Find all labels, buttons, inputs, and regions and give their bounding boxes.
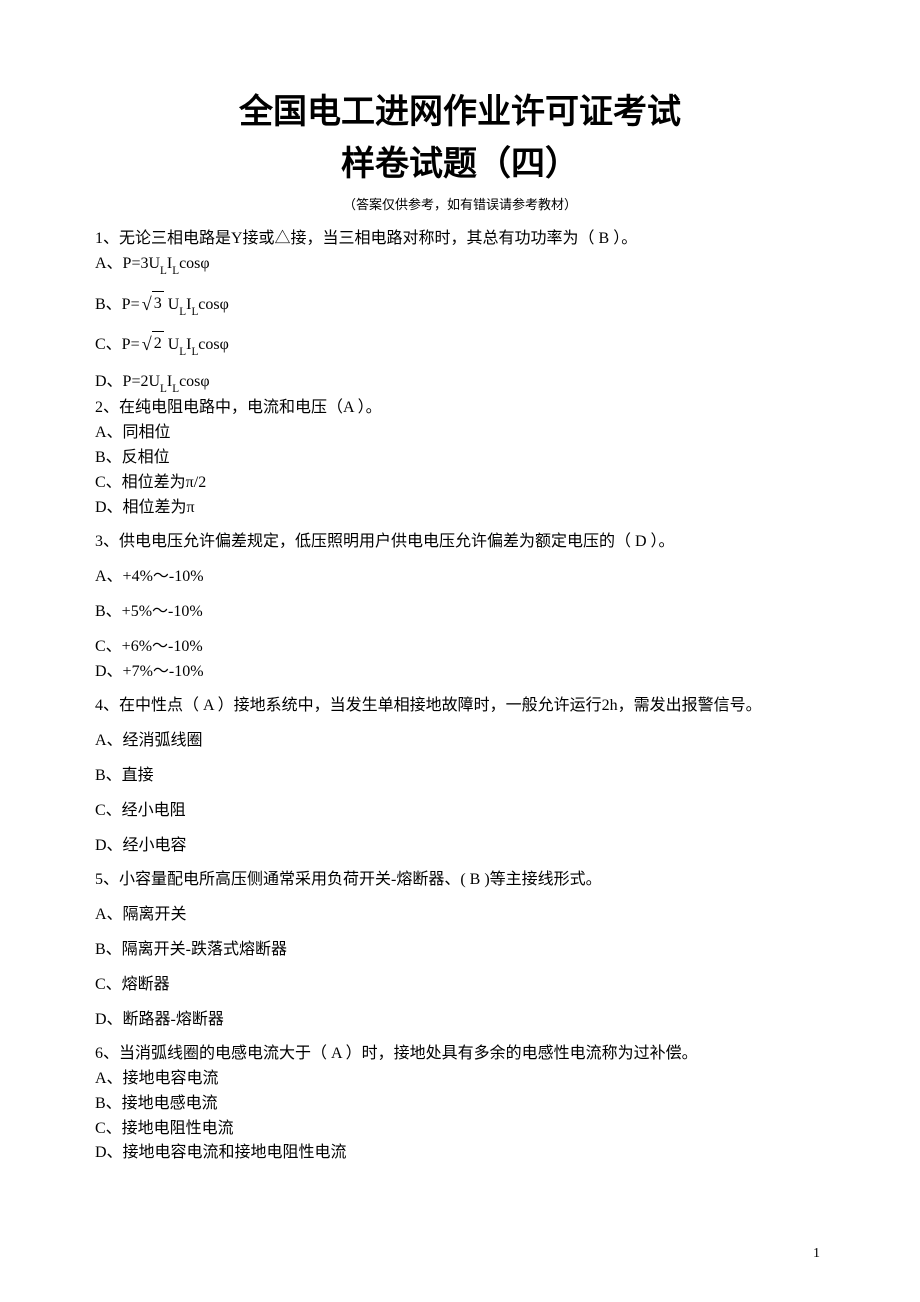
sub-l: L: [160, 265, 167, 277]
q6-option-b: B、接地电感电流: [95, 1092, 825, 1117]
sqrt-icon: 3: [140, 289, 164, 318]
q5-stem: 5、小容量配电所高压侧通常采用负荷开关-熔断器、( B )等主接线形式。: [95, 868, 825, 893]
doc-title-line2: 样卷试题（四）: [95, 142, 825, 186]
q5-option-b: B、隔离开关-跌落式熔断器: [95, 938, 825, 963]
sub-l: L: [191, 306, 198, 318]
q1-b-pre: B、P=: [95, 296, 140, 313]
q4-option-a: A、经消弧线圈: [95, 729, 825, 754]
q5-option-d: D、断路器-熔断器: [95, 1008, 825, 1033]
sub-l: L: [179, 346, 186, 358]
q4-option-d: D、经小电容: [95, 834, 825, 859]
q2-option-b: B、反相位: [95, 446, 825, 471]
sub-l: L: [172, 383, 179, 395]
q2-stem: 2、在纯电阻电路中，电流和电压（A ）。: [95, 396, 825, 421]
q3-option-a: A、+4%～-10%: [95, 565, 825, 590]
q1-tail: cosφ: [198, 296, 229, 313]
sqrt-val: 3: [152, 291, 164, 317]
q3-option-b: B、+5%～-10%: [95, 600, 825, 625]
sub-l: L: [172, 265, 179, 277]
q5-option-a: A、隔离开关: [95, 903, 825, 928]
sqrt-icon: 2: [140, 329, 164, 358]
q1-option-c: C、P=2 ULILcosφ: [95, 329, 825, 360]
q2-option-c: C、相位差为π/2: [95, 471, 825, 496]
doc-note: （答案仅供参考，如有错误请参考教材）: [95, 194, 825, 213]
q1-stem: 1、无论三相电路是Y接或△接，当三相电路对称时，其总有功功率为（ B ）。: [95, 227, 825, 252]
q4-stem: 4、在中性点（ A ）接地系统中，当发生单相接地故障时，一般允许运行2h，需发出…: [95, 694, 825, 719]
q6-option-a: A、接地电容电流: [95, 1067, 825, 1092]
q1-option-b: B、P=3 ULILcosφ: [95, 289, 825, 320]
doc-title-line1: 全国电工进网作业许可证考试: [95, 90, 825, 134]
q1-tail: cosφ: [179, 255, 210, 272]
sub-l: L: [191, 346, 198, 358]
q1-option-d: D、P=2ULILcosφ: [95, 370, 825, 397]
q1-tail: cosφ: [198, 336, 229, 353]
q3-option-d: D、+7%～-10%: [95, 660, 825, 685]
q6-option-c: C、接地电阻性电流: [95, 1117, 825, 1142]
q1-option-a: A、P=3ULILcosφ: [95, 252, 825, 279]
q6-stem: 6、当消弧线圈的电感电流大于（ A ）时，接地处具有多余的电感性电流称为过补偿。: [95, 1042, 825, 1067]
q1-tail: cosφ: [179, 373, 210, 390]
q5-option-c: C、熔断器: [95, 973, 825, 998]
q1-a-pre: A、P=3U: [95, 255, 160, 272]
q1-c-post: U: [164, 336, 180, 353]
sub-l: L: [160, 383, 167, 395]
sub-l: L: [179, 306, 186, 318]
q1-c-pre: C、P=: [95, 336, 140, 353]
q3-option-c: C、+6%～-10%: [95, 635, 825, 660]
q4-option-b: B、直接: [95, 764, 825, 789]
q3-stem: 3、供电电压允许偏差规定，低压照明用户供电电压允许偏差为额定电压的（ D ）。: [95, 530, 825, 555]
q6-option-d: D、接地电容电流和接地电阻性电流: [95, 1141, 825, 1166]
q1-b-post: U: [164, 296, 180, 313]
q2-option-a: A、同相位: [95, 421, 825, 446]
page-number: 1: [813, 1246, 820, 1262]
q1-d-pre: D、P=2U: [95, 373, 160, 390]
q2-option-d: D、相位差为π: [95, 496, 825, 521]
q4-option-c: C、经小电阻: [95, 799, 825, 824]
sqrt-val: 2: [152, 331, 164, 357]
